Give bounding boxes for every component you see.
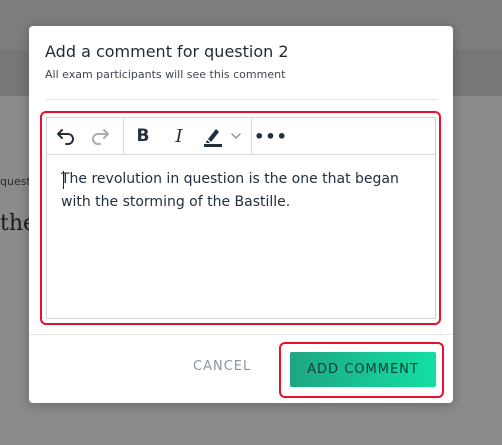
redo-icon [92, 129, 109, 145]
bold-icon: B [136, 126, 150, 146]
italic-icon: I [175, 125, 183, 147]
editor-highlight-outline: B I ••• The revolution in question is th… [40, 111, 441, 325]
undo-icon [57, 129, 74, 145]
undo-button[interactable] [53, 124, 79, 148]
dialog-subtitle: All exam participants will see this comm… [45, 68, 286, 81]
rich-text-editor[interactable]: B I ••• The revolution in question is th… [46, 117, 436, 319]
footer-divider [29, 334, 453, 335]
highlight-color-button[interactable] [199, 124, 245, 148]
highlighter-icon [204, 129, 222, 147]
italic-button[interactable]: I [167, 124, 191, 148]
chevron-down-icon [231, 133, 241, 140]
toolbar-separator [251, 118, 252, 154]
more-options-button[interactable]: ••• [254, 124, 288, 148]
comment-dialog: Add a comment for question 2 All exam pa… [29, 26, 453, 403]
toolbar-separator [123, 118, 124, 154]
backdrop-question-label: quest [0, 175, 31, 188]
add-button-highlight-outline: ADD COMMENT [279, 342, 444, 398]
bold-button[interactable]: B [131, 124, 155, 148]
redo-button[interactable] [87, 124, 113, 148]
comment-text[interactable]: The revolution in question is the one th… [61, 168, 421, 214]
header-divider [45, 99, 437, 100]
cancel-button[interactable]: CANCEL [193, 359, 251, 374]
more-dots-icon: ••• [254, 126, 288, 146]
dialog-title: Add a comment for question 2 [45, 42, 289, 61]
add-comment-button[interactable]: ADD COMMENT [290, 352, 436, 387]
editor-toolbar: B I ••• [47, 118, 435, 155]
